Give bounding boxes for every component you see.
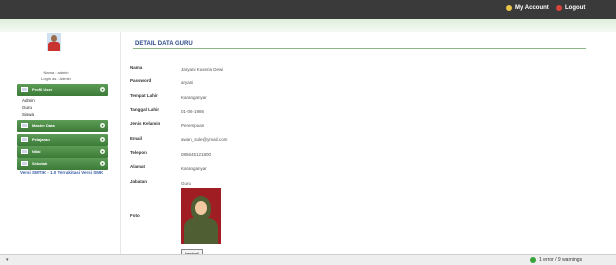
label-email: Email: [130, 136, 143, 141]
value-tempat-lahir: Karanganyar: [181, 95, 207, 100]
subitem-admin[interactable]: Admin: [22, 98, 35, 103]
nav-label: Pelajaran: [32, 137, 50, 142]
nav-label: Master Data: [32, 123, 55, 128]
nav-sekolah[interactable]: Sekolah ▾: [17, 158, 108, 170]
logout-link[interactable]: Logout: [556, 5, 585, 11]
logout-label: Logout: [565, 5, 586, 11]
label-password: Password: [130, 78, 152, 83]
value-tanggal-lahir: 01-06-1986: [181, 109, 205, 114]
nav-pelajaran[interactable]: Pelajaran ▾: [17, 134, 108, 146]
nav-profil-user[interactable]: Profil User ▾: [17, 84, 108, 96]
title-divider: [133, 48, 586, 49]
power-icon: [556, 5, 562, 11]
subitem-guru[interactable]: Guru: [22, 105, 32, 110]
nav-master-data[interactable]: Master Data ▾: [17, 120, 108, 132]
my-account-label: My Account: [515, 5, 549, 11]
label-foto: Foto: [130, 213, 140, 218]
nav-label: Profil User: [32, 87, 53, 92]
top-bar: My Account Logout: [0, 0, 616, 19]
label-jabatan: Jabatan: [130, 179, 148, 184]
value-password: aryani: [181, 80, 194, 85]
label-telepon: Telepon: [130, 150, 147, 155]
header-band: [0, 19, 616, 32]
label-alamat: Alamat: [130, 164, 146, 169]
folder-icon: [21, 123, 28, 128]
chevron-down-icon[interactable]: ▾: [100, 161, 105, 166]
avatar: [47, 33, 61, 51]
user-name: Nama : admin: [43, 70, 69, 75]
page-title: DETAIL DATA GURU: [135, 41, 193, 47]
star-icon: [506, 5, 512, 11]
book-icon: [21, 137, 28, 142]
status-bar: ▾ 1 error / 9 warnings: [0, 254, 616, 265]
value-telepon: 085645121800: [181, 152, 212, 157]
value-email: awan_sule@ymail.com: [181, 137, 228, 142]
value-nama: Jaryani Kuseria Dewi: [181, 67, 224, 72]
subitem-siswa[interactable]: Siswa: [22, 112, 34, 117]
chevron-down-icon[interactable]: ▾: [100, 123, 105, 128]
label-tanggal-lahir: Tanggal Lahir: [130, 107, 160, 112]
value-jabatan: Guru: [181, 181, 192, 186]
check-icon: [530, 257, 536, 263]
value-jenis-kelamin: Perempuan: [181, 123, 205, 128]
teacher-photo: [181, 188, 221, 244]
version-text: Versi SMTIK - 1.0 Terrakitasi Versi SMK: [20, 170, 104, 175]
label-tempat-lahir: Tempat Lahir: [130, 93, 158, 98]
chevron-down-icon[interactable]: ▾: [100, 149, 105, 154]
value-alamat: Karanganyar: [181, 166, 207, 171]
chevron-down-icon[interactable]: ▾: [100, 87, 105, 92]
chevron-down-icon[interactable]: ▾: [100, 137, 105, 142]
nav-label: Sekolah: [32, 161, 48, 166]
label-nama: Nama: [130, 65, 143, 70]
status-text: 1 error / 9 warnings: [539, 257, 583, 263]
my-account-link[interactable]: My Account: [506, 5, 549, 11]
nav-nilai[interactable]: Nilai ▾: [17, 146, 108, 158]
arrow-down-icon: ▾: [6, 257, 9, 263]
user-icon: [21, 87, 28, 92]
chart-icon: [21, 149, 28, 154]
nav-label: Nilai: [32, 149, 41, 154]
user-login-role: Login as : Admin: [41, 76, 71, 81]
label-jenis-kelamin: Jenis Kelamin: [130, 121, 161, 126]
school-icon: [21, 161, 28, 166]
